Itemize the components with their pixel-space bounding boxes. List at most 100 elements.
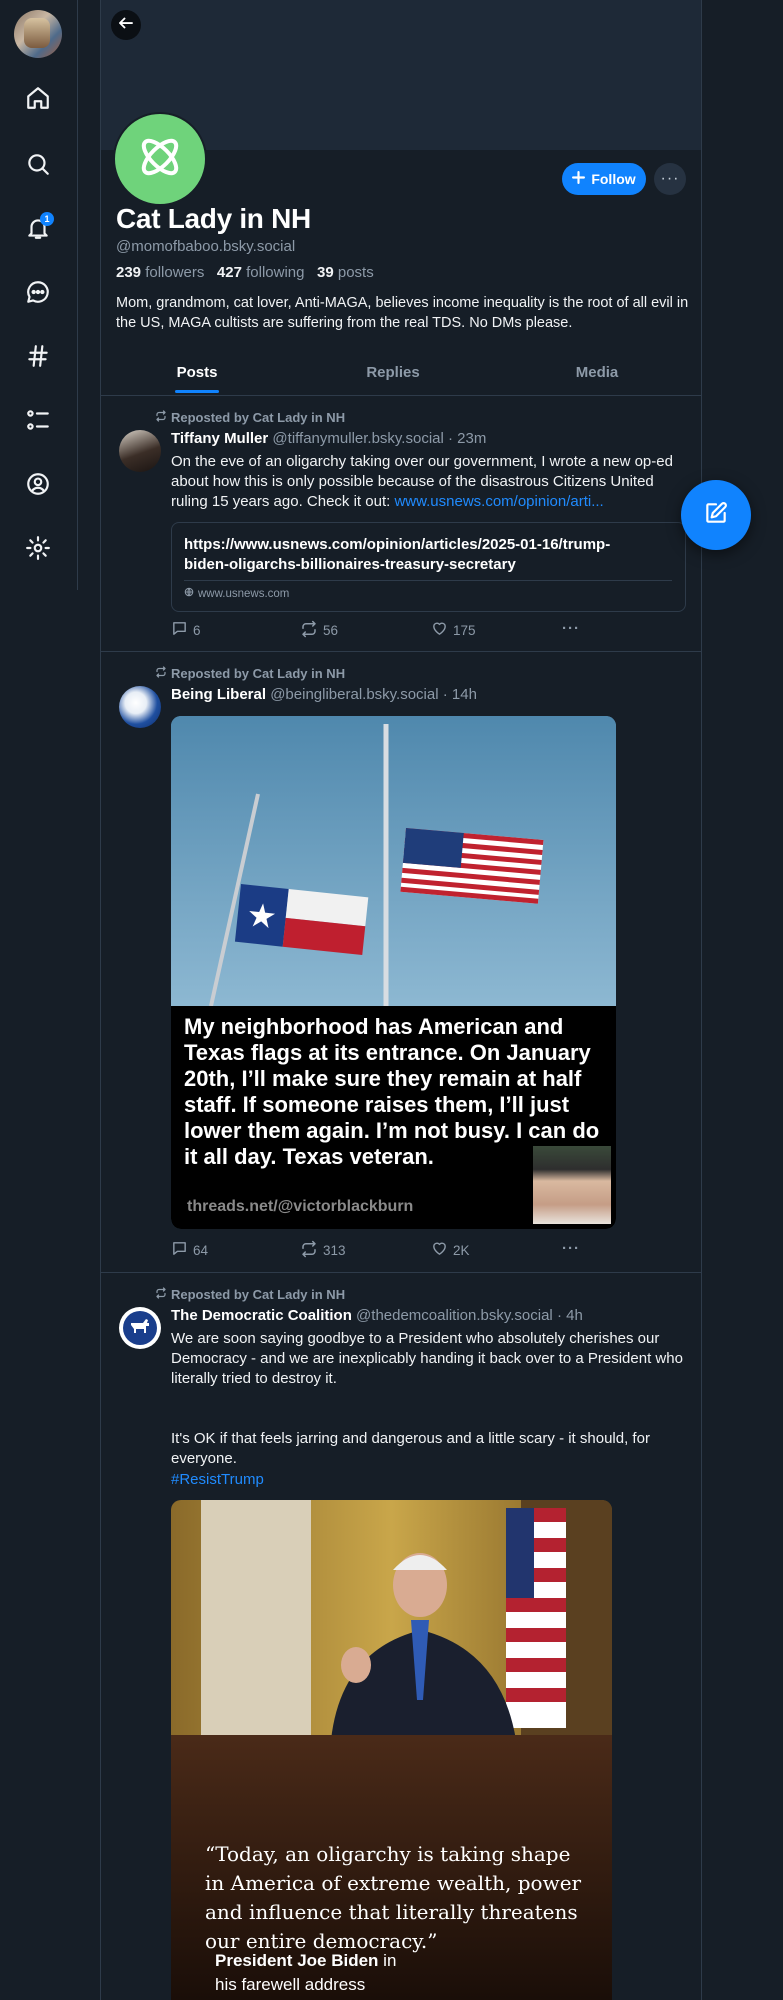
image-caption-panel: My neighborhood has American and Texas f… bbox=[171, 1006, 616, 1229]
author-avatar[interactable] bbox=[119, 430, 161, 472]
image-quote-text: “Today, an oligarchy is taking shape in … bbox=[205, 1842, 582, 1953]
repost-icon bbox=[300, 620, 318, 641]
repost-by-link[interactable]: Reposted by Cat Lady in NH bbox=[171, 1287, 345, 1302]
repost-by-link[interactable]: Reposted by Cat Lady in NH bbox=[171, 666, 345, 681]
hash-icon[interactable] bbox=[24, 342, 52, 370]
active-tab-indicator bbox=[175, 390, 219, 393]
post-more-button[interactable]: ··· bbox=[562, 1240, 580, 1257]
author-handle[interactable]: @tiffanymuller.bsky.social bbox=[272, 430, 443, 447]
reply-button[interactable]: 64 bbox=[171, 1240, 208, 1260]
bell-icon[interactable]: 1 bbox=[24, 212, 54, 242]
author-name[interactable]: The Democratic Coalition bbox=[171, 1307, 352, 1324]
repost-icon bbox=[155, 1287, 167, 1302]
hashtag-link[interactable]: #ResistTrump bbox=[171, 1470, 686, 1490]
repost-icon bbox=[300, 1240, 318, 1261]
post-time[interactable]: · 14h bbox=[443, 686, 477, 703]
repost-indicator: Reposted by Cat Lady in NH bbox=[155, 410, 345, 425]
ellipsis-icon: ··· bbox=[562, 1240, 580, 1257]
like-count: 2K bbox=[453, 1242, 470, 1258]
followers-link[interactable]: 239 followers bbox=[116, 264, 204, 281]
post-more-button[interactable]: ··· bbox=[562, 620, 580, 637]
more-options-button[interactable]: ··· bbox=[654, 163, 686, 195]
compose-button[interactable] bbox=[681, 480, 751, 550]
post-text: On the eve of an oligarchy taking over o… bbox=[171, 453, 673, 510]
user-avatar[interactable] bbox=[14, 10, 62, 58]
tab-posts[interactable]: Posts bbox=[101, 355, 293, 395]
donkey-logo-icon bbox=[129, 1317, 151, 1340]
repost-by-link[interactable]: Reposted by Cat Lady in NH bbox=[171, 410, 345, 425]
follow-button[interactable]: Follow bbox=[562, 163, 646, 195]
post-image[interactable]: My neighborhood has American and Texas f… bbox=[171, 716, 616, 1229]
main-column: Follow ··· Cat Lady in NH @momofbaboo.bs… bbox=[100, 0, 702, 2000]
chat-icon[interactable] bbox=[24, 278, 52, 306]
list-icon[interactable] bbox=[24, 406, 52, 434]
author-name[interactable]: Tiffany Muller bbox=[171, 430, 268, 447]
arrow-left-icon bbox=[117, 14, 135, 37]
left-nav: 1 bbox=[0, 0, 78, 590]
post-actions: 6 56 175 ··· bbox=[171, 620, 601, 640]
post-header: Tiffany Muller @tiffanymuller.bsky.socia… bbox=[171, 430, 486, 447]
link-embed-card[interactable]: https://www.usnews.com/opinion/articles/… bbox=[171, 522, 686, 612]
image-quote-author: President Joe Biden in bbox=[215, 1951, 397, 1970]
globe-icon bbox=[184, 587, 194, 600]
embed-divider bbox=[184, 580, 672, 581]
profile-icon[interactable] bbox=[24, 470, 52, 498]
feed-post[interactable]: Reposted by Cat Lady in NH Tiffany Mulle… bbox=[101, 396, 701, 652]
following-link[interactable]: 427 following bbox=[217, 264, 305, 281]
like-button[interactable]: 175 bbox=[431, 620, 476, 640]
veteran-photo bbox=[533, 1146, 611, 1224]
author-handle[interactable]: @thedemcoalition.bsky.social bbox=[356, 1307, 553, 1324]
post-text-paragraph-1: We are soon saying goodbye to a Presiden… bbox=[171, 1330, 683, 1387]
notification-badge: 1 bbox=[40, 212, 54, 226]
repost-icon bbox=[155, 410, 167, 425]
home-icon[interactable] bbox=[24, 84, 52, 112]
posts-count: 39 posts bbox=[317, 264, 374, 281]
reply-icon bbox=[171, 1240, 188, 1260]
embed-title: https://www.usnews.com/opinion/articles/… bbox=[184, 536, 611, 573]
back-button[interactable] bbox=[111, 10, 141, 40]
author-handle[interactable]: @beingliberal.bsky.social bbox=[270, 686, 438, 703]
follow-label: Follow bbox=[591, 171, 636, 187]
heart-icon bbox=[431, 620, 448, 640]
ellipsis-icon: ··· bbox=[562, 620, 580, 637]
profile-bio: Mom, grandmom, cat lover, Anti-MAGA, bel… bbox=[116, 295, 689, 331]
profile-avatar[interactable] bbox=[113, 112, 207, 206]
repost-button[interactable]: 313 bbox=[300, 1240, 346, 1261]
profile-handle: @momofbaboo.bsky.social bbox=[116, 238, 296, 255]
tab-media[interactable]: Media bbox=[493, 355, 701, 395]
reply-button[interactable]: 6 bbox=[171, 620, 201, 640]
settings-icon[interactable] bbox=[24, 534, 52, 562]
post-image[interactable]: “Today, an oligarchy is taking shape in … bbox=[171, 1500, 612, 2000]
profile-stats: 239 followers 427 following 39 posts bbox=[116, 264, 374, 281]
reply-count: 6 bbox=[193, 622, 201, 638]
post-link[interactable]: www.usnews.com/opinion/arti... bbox=[394, 493, 603, 510]
repost-count: 313 bbox=[323, 1243, 346, 1258]
like-button[interactable]: 2K bbox=[431, 1240, 470, 1260]
embed-domain: www.usnews.com bbox=[184, 587, 289, 600]
post-text-paragraph-2: It's OK if that feels jarring and danger… bbox=[171, 1430, 650, 1467]
post-time[interactable]: · 23m bbox=[448, 430, 486, 447]
tab-replies[interactable]: Replies bbox=[293, 355, 493, 395]
author-avatar[interactable] bbox=[119, 686, 161, 728]
profile-tabs: Posts Replies Media bbox=[101, 355, 701, 396]
repost-indicator: Reposted by Cat Lady in NH bbox=[155, 1287, 345, 1302]
author-avatar[interactable] bbox=[119, 1307, 161, 1349]
repost-button[interactable]: 56 bbox=[300, 620, 338, 641]
image-quote-source: his farewell address bbox=[215, 1975, 366, 1994]
image-credit: threads.net/@victorblackburn bbox=[187, 1198, 414, 1215]
post-header: Being Liberal @beingliberal.bsky.social … bbox=[171, 686, 477, 703]
profile-display-name: Cat Lady in NH bbox=[116, 203, 311, 234]
heart-icon bbox=[431, 1240, 448, 1260]
post-header: The Democratic Coalition @thedemcoalitio… bbox=[171, 1307, 583, 1324]
reply-icon bbox=[171, 620, 188, 640]
flags-photo bbox=[171, 716, 616, 1007]
repost-count: 56 bbox=[323, 623, 339, 638]
ellipsis-icon: ··· bbox=[660, 170, 680, 187]
pencil-icon bbox=[703, 500, 729, 531]
post-actions: 64 313 2K ··· bbox=[171, 1240, 601, 1260]
reply-count: 64 bbox=[193, 1242, 209, 1258]
author-name[interactable]: Being Liberal bbox=[171, 686, 266, 703]
post-time[interactable]: · 4h bbox=[557, 1307, 583, 1324]
search-icon[interactable] bbox=[24, 150, 52, 178]
atom-logo-icon bbox=[135, 132, 185, 187]
